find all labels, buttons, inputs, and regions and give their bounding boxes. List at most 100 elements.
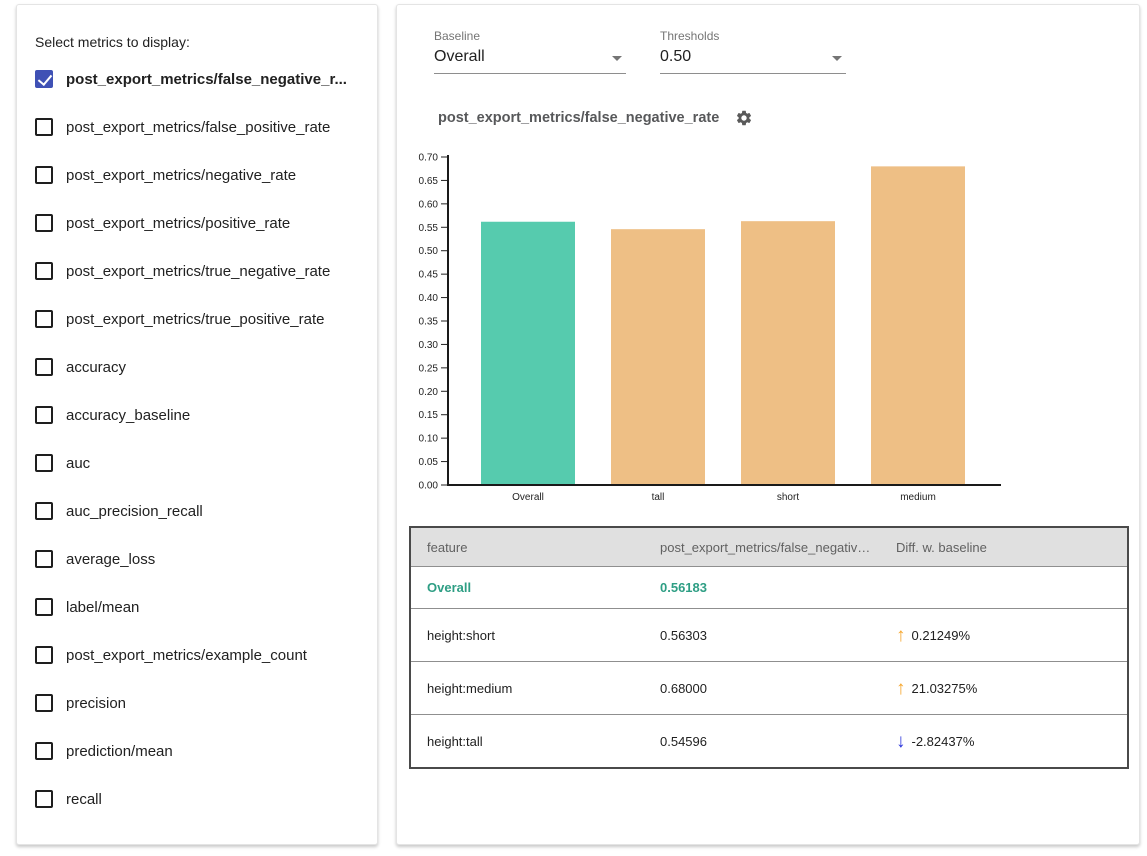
diff-percentage: 0.21249% (912, 628, 971, 643)
y-axis-label: 0.50 (419, 246, 439, 257)
checkbox-unchecked-icon[interactable] (35, 406, 53, 424)
metric-option-row[interactable]: post_export_metrics/true_negative_rate (17, 247, 377, 295)
metrics-table: feature post_export_metrics/false_negati… (409, 526, 1129, 769)
metric-option-row[interactable]: label/mean (17, 583, 377, 631)
baseline-select-value[interactable]: Overall (434, 43, 626, 74)
gear-icon[interactable] (735, 109, 753, 127)
y-axis-label: 0.40 (419, 293, 439, 304)
metric-option-label[interactable]: post_export_metrics/negative_rate (66, 167, 296, 184)
bar-short[interactable] (741, 221, 835, 485)
checkbox-unchecked-icon[interactable] (35, 742, 53, 760)
checkbox-unchecked-icon[interactable] (35, 262, 53, 280)
metric-option-row[interactable]: post_export_metrics/false_negative_r... (17, 55, 377, 103)
checkbox-unchecked-icon[interactable] (35, 694, 53, 712)
metric-option-label[interactable]: post_export_metrics/false_positive_rate (66, 119, 330, 136)
y-axis-label: 0.55 (419, 223, 439, 234)
metric-option-label[interactable]: post_export_metrics/false_negative_r... (66, 71, 347, 88)
x-axis-label: Overall (512, 492, 544, 503)
feature-cell: height:short (411, 628, 644, 643)
metric-selector-title: Select metrics to display: (35, 34, 359, 50)
diff-percentage: 21.03275% (912, 681, 978, 696)
column-header-diff: Diff. w. baseline (880, 540, 1131, 555)
metric-option-label[interactable]: auc (66, 455, 90, 472)
table-row: height:medium0.68000 ↑ 21.03275% (411, 661, 1127, 714)
checkbox-unchecked-icon[interactable] (35, 790, 53, 808)
table-row: height:tall0.54596↓-2.82437% (411, 714, 1127, 767)
checkbox-unchecked-icon[interactable] (35, 454, 53, 472)
bar-medium[interactable] (871, 166, 965, 485)
metric-option-row[interactable]: average_loss (17, 535, 377, 583)
baseline-select-label: Baseline (434, 29, 626, 43)
metric-option-label[interactable]: prediction/mean (66, 743, 173, 760)
x-axis-label: medium (900, 492, 936, 503)
metrics-display-panel: Baseline Overall Thresholds 0.50 post_ex… (396, 4, 1140, 845)
metric-option-row[interactable]: accuracy (17, 343, 377, 391)
thresholds-select-value[interactable]: 0.50 (660, 43, 846, 74)
y-axis-label: 0.00 (419, 481, 439, 492)
metric-value-cell: 0.68000 (644, 681, 880, 696)
y-axis-label: 0.70 (419, 153, 439, 164)
thresholds-select[interactable]: Thresholds 0.50 (660, 29, 846, 74)
metric-option-row[interactable]: post_export_metrics/false_positive_rate (17, 103, 377, 151)
y-axis-label: 0.65 (419, 176, 439, 187)
arrow-up-icon: ↑ (896, 679, 906, 698)
chevron-down-icon[interactable] (832, 56, 842, 61)
metric-option-label[interactable]: post_export_metrics/true_positive_rate (66, 311, 324, 328)
diff-cell: ↑ 21.03275% (880, 679, 1131, 698)
diff-cell: ↑0.21249% (880, 626, 1131, 645)
metric-option-row[interactable]: prediction/mean (17, 727, 377, 775)
checkbox-unchecked-icon[interactable] (35, 598, 53, 616)
table-row: height:short0.56303↑0.21249% (411, 608, 1127, 661)
metric-option-label[interactable]: accuracy_baseline (66, 407, 190, 424)
y-axis-label: 0.15 (419, 410, 439, 421)
column-header-metric: post_export_metrics/false_negative_rat..… (644, 540, 880, 555)
checkbox-unchecked-icon[interactable] (35, 214, 53, 232)
metric-option-row[interactable]: post_export_metrics/negative_rate (17, 151, 377, 199)
metric-option-label[interactable]: post_export_metrics/positive_rate (66, 215, 290, 232)
metric-option-row[interactable]: precision (17, 679, 377, 727)
checkbox-unchecked-icon[interactable] (35, 358, 53, 376)
diff-cell: ↓-2.82437% (880, 732, 1131, 751)
checkbox-unchecked-icon[interactable] (35, 646, 53, 664)
checkbox-unchecked-icon[interactable] (35, 166, 53, 184)
metric-option-row[interactable]: auc_precision_recall (17, 487, 377, 535)
metric-option-label[interactable]: recall (66, 791, 102, 808)
y-axis-label: 0.35 (419, 317, 439, 328)
metric-option-label[interactable]: post_export_metrics/true_negative_rate (66, 263, 330, 280)
metric-option-row[interactable]: post_export_metrics/true_positive_rate (17, 295, 377, 343)
checkbox-unchecked-icon[interactable] (35, 502, 53, 520)
bar-tall[interactable] (611, 229, 705, 485)
metric-option-row[interactable]: post_export_metrics/positive_rate (17, 199, 377, 247)
metric-selector-panel: Select metrics to display: post_export_m… (16, 4, 378, 845)
metric-option-label[interactable]: post_export_metrics/example_count (66, 647, 307, 664)
y-axis-label: 0.20 (419, 387, 439, 398)
metric-option-row[interactable]: recall (17, 775, 377, 823)
y-axis-label: 0.25 (419, 363, 439, 374)
metric-option-label[interactable]: precision (66, 695, 126, 712)
metric-option-label[interactable]: average_loss (66, 551, 155, 568)
metric-option-row[interactable]: accuracy_baseline (17, 391, 377, 439)
diff-percentage: -2.82437% (912, 734, 975, 749)
y-axis-label: 0.60 (419, 199, 439, 210)
baseline-select[interactable]: Baseline Overall (434, 29, 626, 74)
chevron-down-icon[interactable] (612, 56, 622, 61)
metric-value-cell: 0.54596 (644, 734, 880, 749)
thresholds-selected-option: 0.50 (660, 48, 691, 65)
feature-cell: height:medium (411, 681, 644, 696)
metric-option-label[interactable]: label/mean (66, 599, 139, 616)
bar-Overall[interactable] (481, 222, 575, 485)
x-axis-label: short (777, 492, 799, 503)
checkbox-unchecked-icon[interactable] (35, 118, 53, 136)
x-axis-label: tall (652, 492, 665, 503)
checkbox-unchecked-icon[interactable] (35, 550, 53, 568)
metric-option-label[interactable]: accuracy (66, 359, 126, 376)
checkbox-unchecked-icon[interactable] (35, 310, 53, 328)
y-axis-label: 0.45 (419, 270, 439, 281)
metric-option-row[interactable]: post_export_metrics/example_count (17, 631, 377, 679)
chart-header: post_export_metrics/false_negative_rate (438, 109, 753, 127)
y-axis-label: 0.30 (419, 340, 439, 351)
baseline-selected-option: Overall (434, 48, 485, 65)
metric-option-row[interactable]: auc (17, 439, 377, 487)
checkbox-checked-icon[interactable] (35, 70, 53, 88)
metric-option-label[interactable]: auc_precision_recall (66, 503, 203, 520)
